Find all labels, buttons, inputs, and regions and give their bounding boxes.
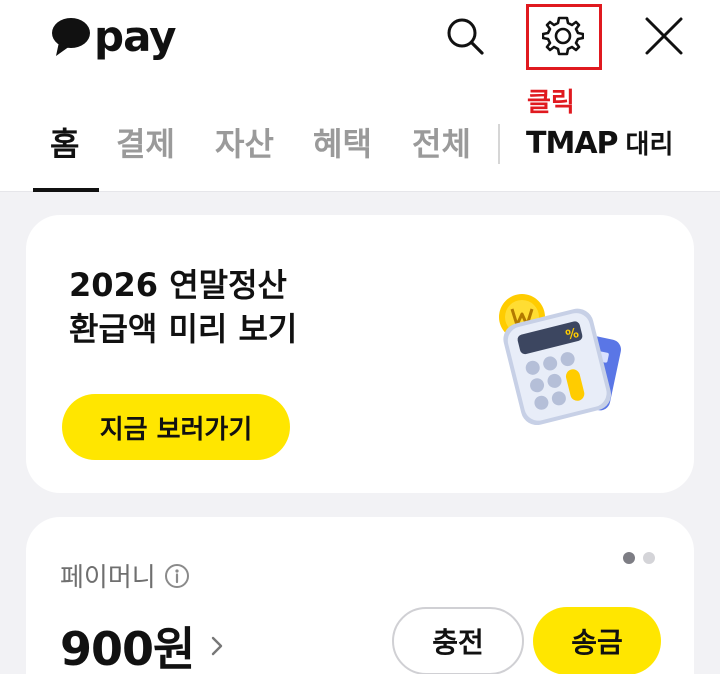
tab-divider <box>498 124 500 164</box>
close-button[interactable] <box>642 14 686 58</box>
balance-link[interactable]: 900원 <box>60 613 226 674</box>
click-highlight-box <box>526 4 602 70</box>
carousel-dot <box>643 552 655 564</box>
balance-amount: 900원 <box>60 622 195 674</box>
tab-all[interactable]: 전체 <box>412 118 471 170</box>
tab-tmap-driver[interactable]: TMAP 대리 <box>526 118 673 171</box>
charge-button[interactable]: 충전 <box>392 607 524 674</box>
tab-home[interactable]: 홈 <box>50 118 79 170</box>
logo-text: pay <box>94 12 176 61</box>
year-end-tax-banner[interactable]: 2026 연말정산 환급액 미리 보기 지금 보러가기 % <box>26 215 694 493</box>
carousel-indicator <box>623 552 655 564</box>
tab-benefits[interactable]: 혜택 <box>313 118 372 170</box>
carousel-dot-active <box>623 552 635 564</box>
click-annotation: 클릭 <box>527 88 575 118</box>
active-tab-indicator <box>33 188 99 192</box>
chevron-right-icon <box>212 636 223 656</box>
pay-money-label-row: 페이머니 <box>60 557 190 594</box>
tab-bar: 홈 결제 자산 혜택 전체 TMAP 대리 <box>0 118 720 192</box>
search-button[interactable] <box>443 14 487 58</box>
header: pay 클릭 홈 결제 자산 혜택 전체 TMAP 대리 <box>0 0 720 192</box>
tab-payment[interactable]: 결제 <box>116 118 175 170</box>
speech-bubble-icon <box>52 18 90 56</box>
banner-title-line1: 2026 연말정산 <box>69 266 287 304</box>
banner-go-button[interactable]: 지금 보러가기 <box>62 394 290 460</box>
kakaopay-logo[interactable]: pay <box>50 14 176 60</box>
pay-money-card: 페이머니 900원 충전 송금 <box>26 517 694 674</box>
tmap-brand: TMAP <box>526 126 619 161</box>
banner-title: 2026 연말정산 환급액 미리 보기 <box>69 263 297 351</box>
tmap-sub-label: 대리 <box>625 130 674 160</box>
close-icon <box>645 17 683 55</box>
calculator-illustration: % <box>499 294 621 426</box>
send-button[interactable]: 송금 <box>533 607 661 674</box>
tab-assets[interactable]: 자산 <box>215 118 274 170</box>
pay-money-label: 페이머니 <box>60 563 156 593</box>
banner-title-line2: 환급액 미리 보기 <box>69 310 298 348</box>
info-icon[interactable] <box>164 563 190 589</box>
search-icon <box>447 18 484 55</box>
